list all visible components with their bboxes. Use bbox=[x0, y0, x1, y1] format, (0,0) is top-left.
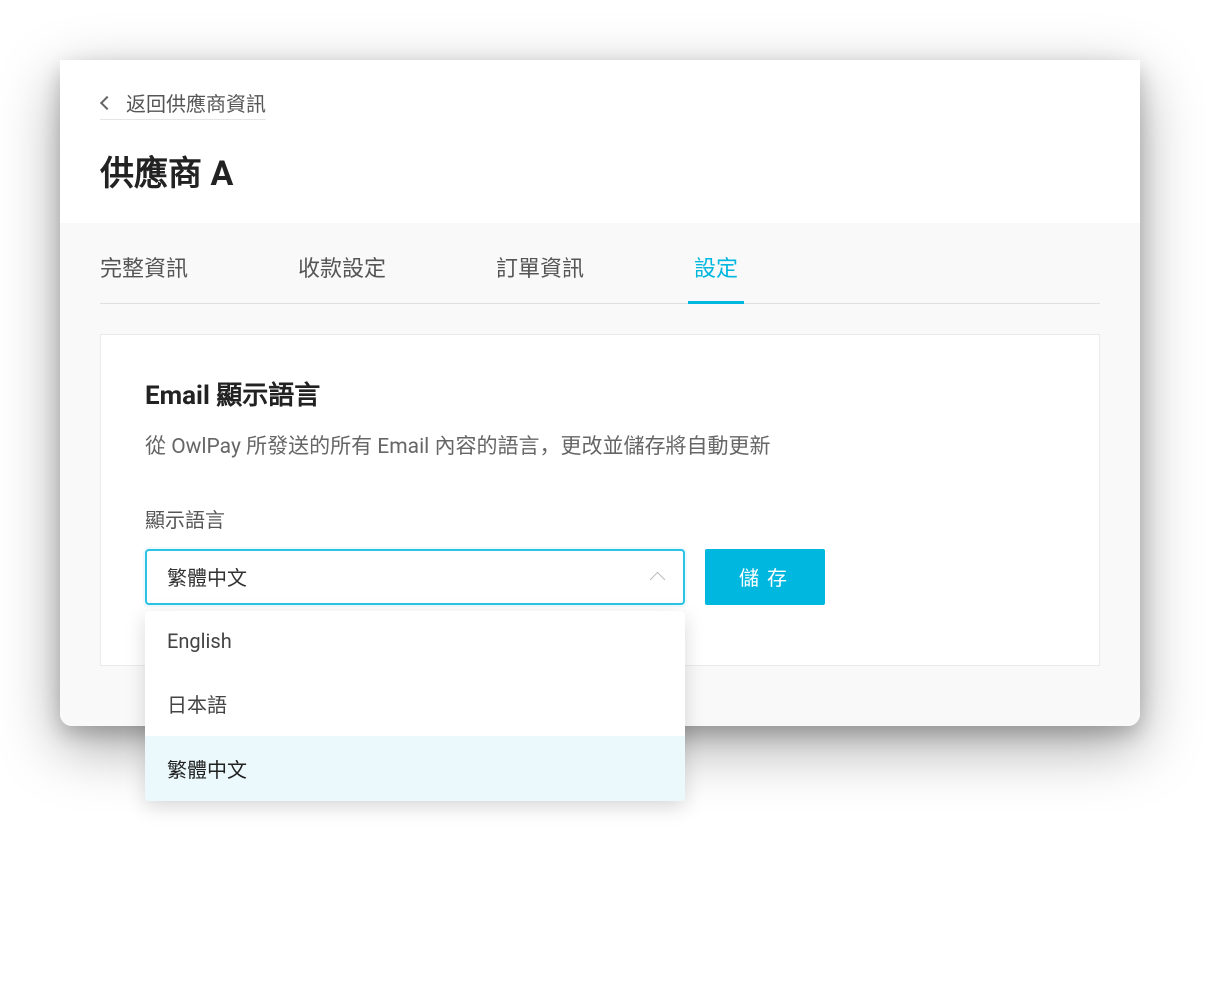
chevron-left-icon bbox=[100, 95, 114, 109]
section-title: Email 顯示語言 bbox=[145, 375, 1055, 412]
tab-settings[interactable]: 設定 bbox=[694, 251, 738, 303]
option-english[interactable]: English bbox=[145, 611, 685, 671]
tabs: 完整資訊 收款設定 訂單資訊 設定 bbox=[100, 223, 1100, 304]
language-select[interactable]: 繁體中文 bbox=[145, 549, 685, 605]
tabs-container: 完整資訊 收款設定 訂單資訊 設定 bbox=[60, 223, 1140, 304]
option-japanese[interactable]: 日本語 bbox=[145, 671, 685, 736]
back-link-label: 返回供應商資訊 bbox=[126, 88, 266, 117]
option-traditional-chinese[interactable]: 繁體中文 bbox=[145, 736, 685, 801]
back-link[interactable]: 返回供應商資訊 bbox=[100, 88, 266, 120]
tab-payment-settings[interactable]: 收款設定 bbox=[298, 251, 386, 303]
language-dropdown: English 日本語 繁體中文 bbox=[145, 611, 685, 801]
tab-order-info[interactable]: 訂單資訊 bbox=[496, 251, 584, 303]
settings-card: 返回供應商資訊 供應商 A 完整資訊 收款設定 訂單資訊 設定 Email 顯示… bbox=[60, 60, 1140, 726]
card-header: 返回供應商資訊 供應商 A bbox=[60, 60, 1140, 223]
save-button[interactable]: 儲存 bbox=[705, 549, 825, 605]
page-title: 供應商 A bbox=[100, 146, 1100, 195]
tab-full-info[interactable]: 完整資訊 bbox=[100, 251, 188, 303]
section-description: 從 OwlPay 所發送的所有 Email 內容的語言，更改並儲存將自動更新 bbox=[145, 432, 1055, 464]
content-area: Email 顯示語言 從 OwlPay 所發送的所有 Email 內容的語言，更… bbox=[60, 304, 1140, 726]
field-row: 繁體中文 儲存 English 日本語 繁體中文 bbox=[145, 549, 1055, 605]
email-language-panel: Email 顯示語言 從 OwlPay 所發送的所有 Email 內容的語言，更… bbox=[100, 334, 1100, 666]
field-label: 顯示語言 bbox=[145, 504, 1055, 533]
chevron-up-icon bbox=[650, 571, 666, 587]
select-value: 繁體中文 bbox=[167, 562, 247, 591]
